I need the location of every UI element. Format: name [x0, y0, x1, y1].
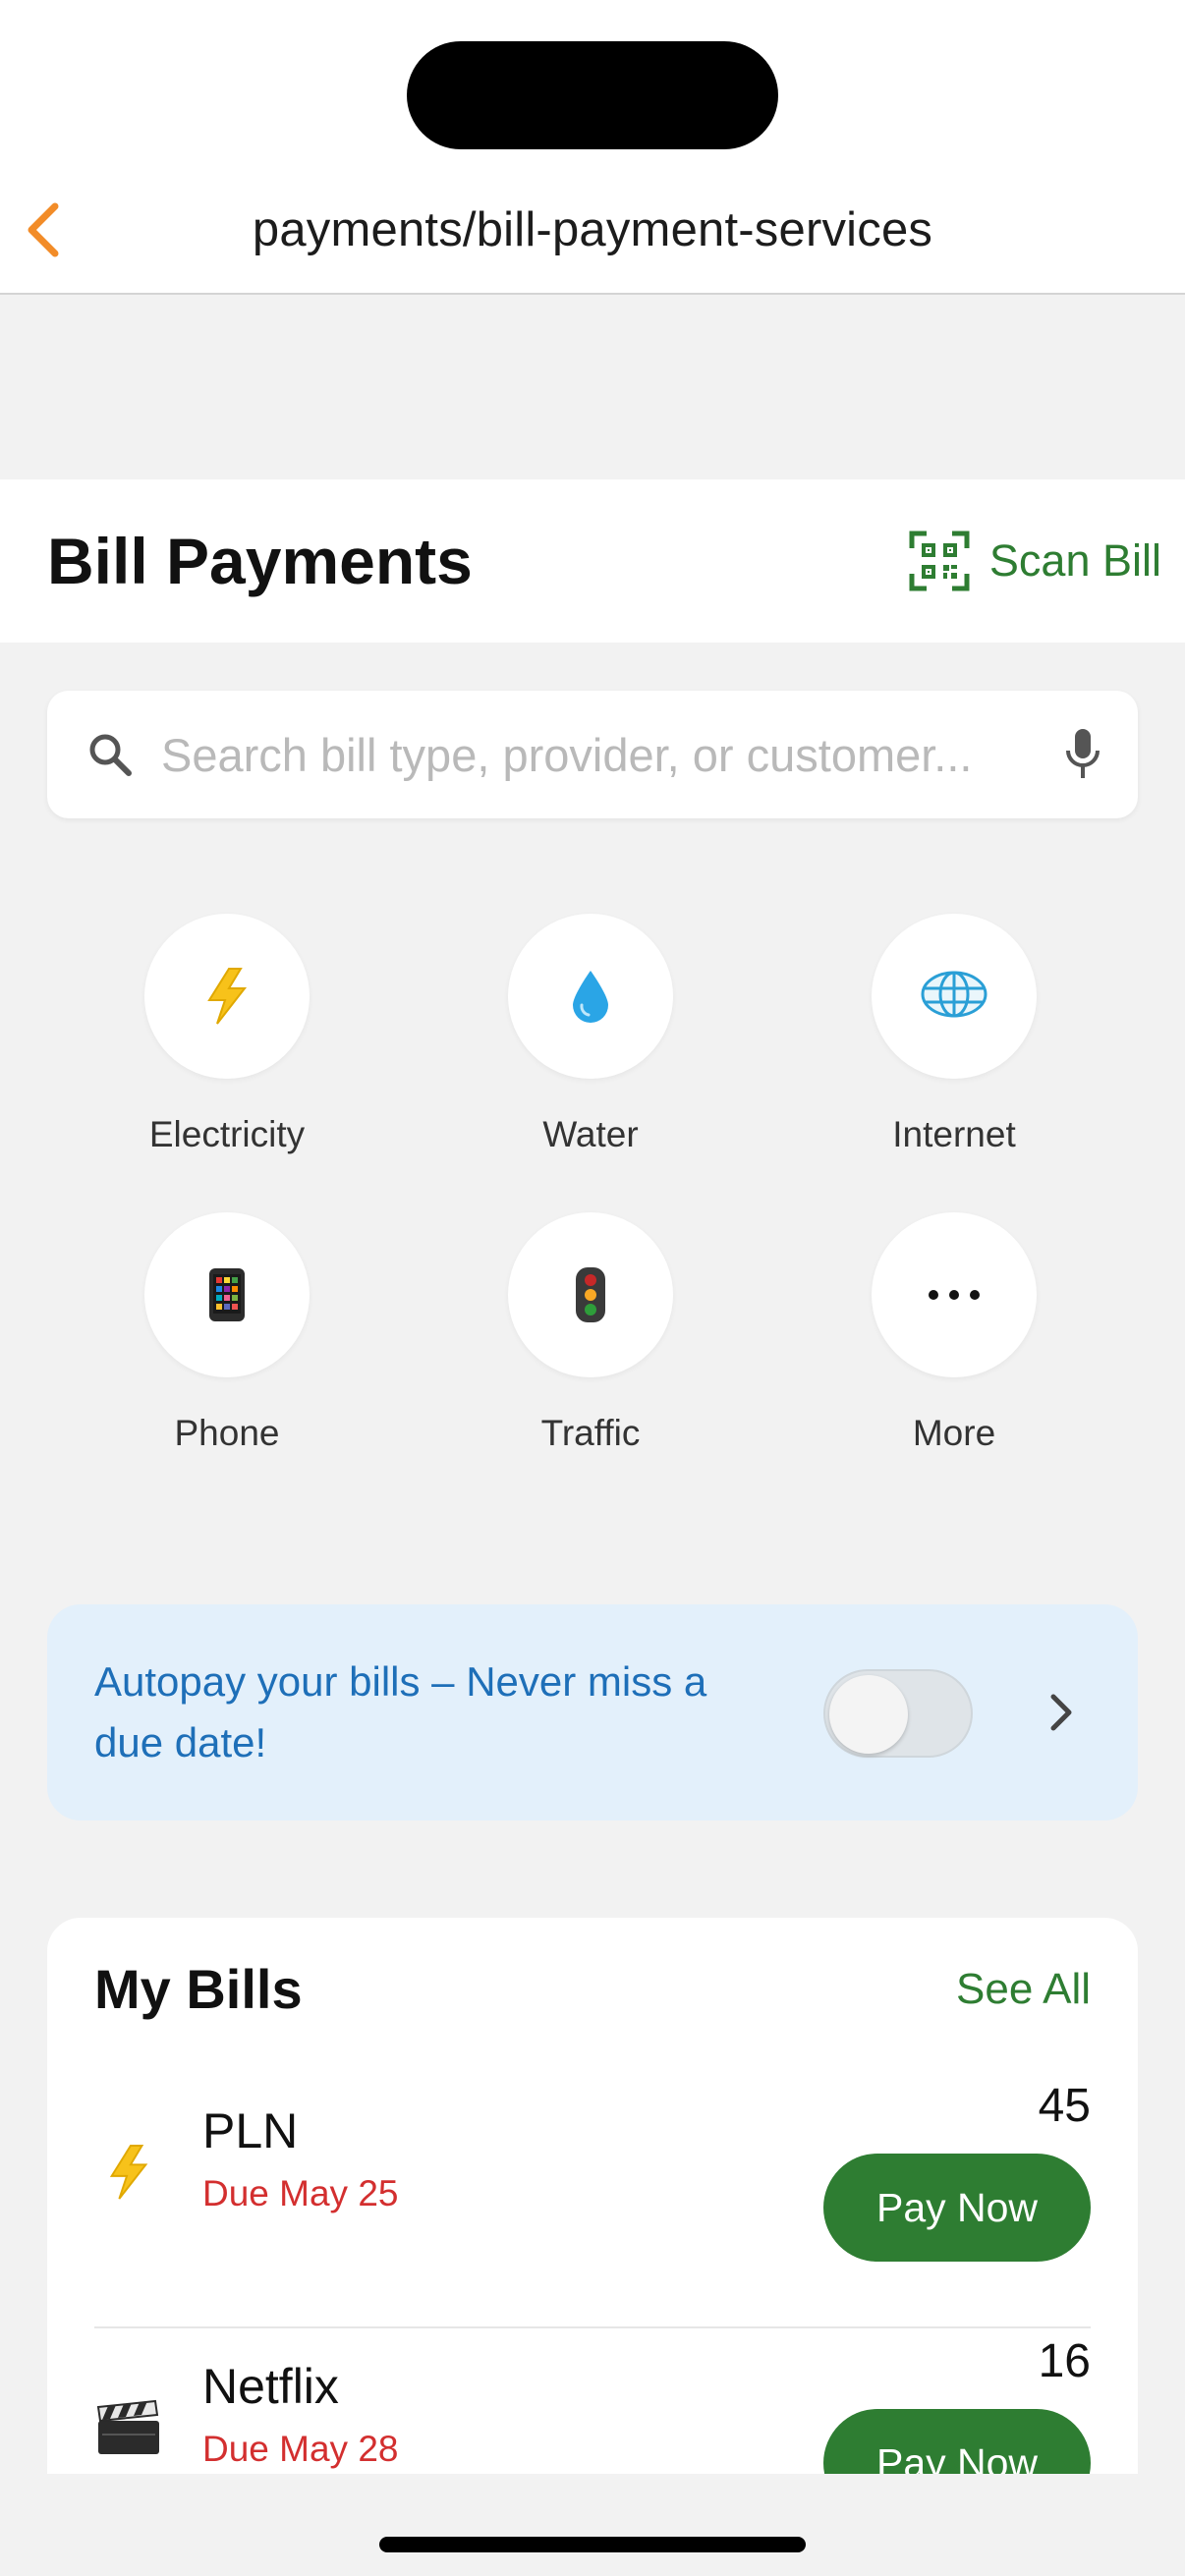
water-drop-icon: [573, 971, 608, 1023]
chevron-left-icon: [28, 202, 59, 257]
category-label: More: [912, 1413, 996, 1453]
autopay-toggle[interactable]: [823, 1669, 973, 1758]
autopay-chevron-button[interactable]: [1032, 1681, 1091, 1744]
scan-bill-label: Scan Bill: [988, 535, 1161, 586]
category-icon-circle: [872, 1212, 1037, 1377]
category-icon-circle: [872, 914, 1037, 1079]
url-title: payments/bill-payment-services: [252, 203, 933, 256]
category-label: Internet: [892, 1114, 1016, 1154]
category-label: Phone: [174, 1413, 280, 1453]
search-icon: [89, 734, 132, 776]
search-bar: [47, 691, 1138, 818]
mobile-phone-icon: [209, 1268, 245, 1321]
category-traffic[interactable]: Traffic: [473, 1212, 708, 1454]
top-bar: payments/bill-payment-services: [0, 0, 1185, 295]
more-dots-icon: [929, 1290, 980, 1300]
category-more[interactable]: More: [836, 1212, 1072, 1454]
microphone-icon[interactable]: [1063, 727, 1102, 782]
category-phone[interactable]: Phone: [109, 1212, 345, 1454]
bill-icon: [94, 2393, 163, 2462]
my-bills-title: My Bills: [94, 1958, 303, 2020]
bill-due-date: Due May 25: [202, 2173, 399, 2213]
dynamic-island: [407, 41, 778, 149]
bill-amount: 16: [1038, 2335, 1091, 2387]
category-label: Water: [542, 1114, 639, 1154]
category-water[interactable]: Water: [473, 914, 708, 1155]
see-all-link[interactable]: See All: [956, 1965, 1091, 2014]
category-icon-circle: [508, 914, 673, 1079]
lightning-icon: [207, 968, 248, 1025]
autopay-text: Autopay your bills – Never miss a due da…: [94, 1658, 707, 1765]
bill-row-pln[interactable]: PLN Due May 25 45 Pay Now: [94, 2051, 1091, 2307]
bill-name: Netflix: [202, 2359, 339, 2414]
category-label: Electricity: [148, 1114, 306, 1154]
lightning-icon: [109, 2145, 148, 2200]
scan-bill-button[interactable]: Scan Bill: [909, 519, 1161, 603]
category-icon-circle: [508, 1212, 673, 1377]
qr-scan-icon: [909, 531, 970, 591]
chevron-right-icon: [1050, 1694, 1072, 1731]
page-header: Bill Payments Scan Bill: [0, 479, 1185, 643]
pay-now-button[interactable]: Pay Now: [823, 2154, 1091, 2262]
search-input[interactable]: [159, 726, 1044, 783]
clapperboard-icon: [96, 2399, 159, 2454]
autopay-banner[interactable]: Autopay your bills – Never miss a due da…: [47, 1604, 1138, 1820]
category-electricity[interactable]: Electricity: [109, 914, 345, 1155]
bill-payments-screen: payments/bill-payment-services Bill Paym…: [0, 0, 1185, 2576]
home-indicator: [379, 2537, 806, 2552]
toggle-knob: [829, 1675, 908, 1754]
bill-name: PLN: [202, 2103, 299, 2158]
category-label: Traffic: [540, 1413, 641, 1453]
bottom-safe-area: [0, 2474, 1185, 2576]
page-title: Bill Payments: [47, 525, 473, 597]
back-button[interactable]: [14, 193, 73, 267]
bill-due-date: Due May 28: [202, 2429, 399, 2469]
category-icon-circle: [144, 914, 310, 1079]
category-internet[interactable]: Internet: [836, 914, 1072, 1155]
bill-amount: 45: [1038, 2080, 1091, 2132]
traffic-light-icon: [576, 1267, 605, 1322]
bill-icon: [94, 2138, 163, 2207]
category-icon-circle: [144, 1212, 310, 1377]
globe-icon: [921, 971, 988, 1018]
